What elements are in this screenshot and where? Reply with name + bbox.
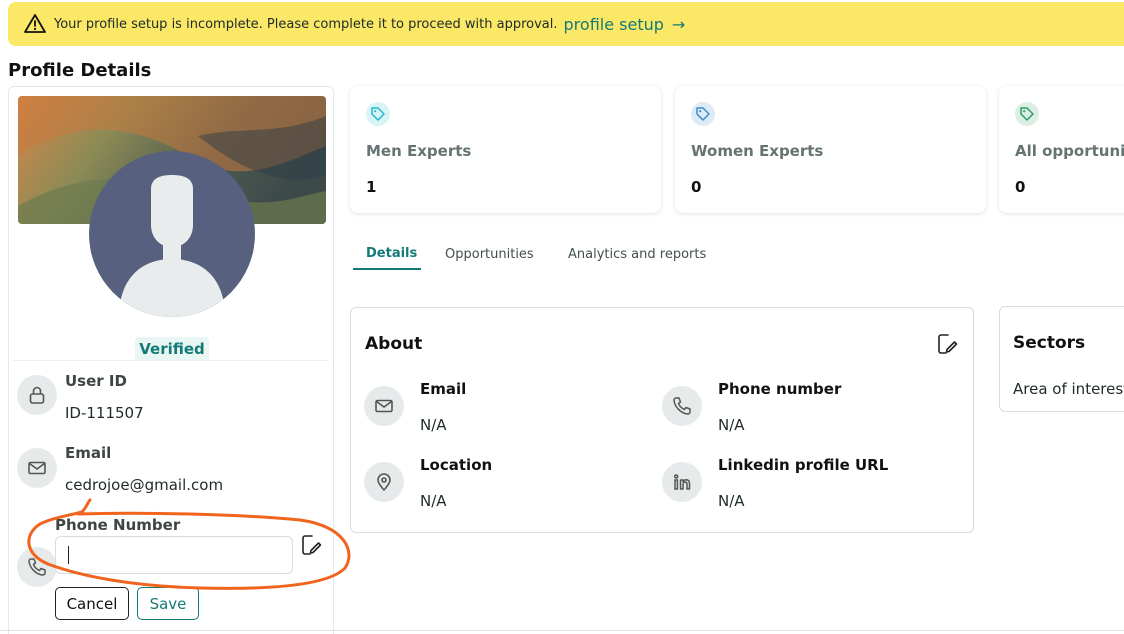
page: Your profile setup is incomplete. Please… bbox=[0, 0, 1124, 634]
about-card: About Email N/A Phone number N/A Locatio… bbox=[350, 307, 974, 533]
email-value: cedrojoe@gmail.com bbox=[65, 476, 224, 494]
phone-number-input[interactable] bbox=[55, 536, 293, 574]
profile-card: Verified User ID ID-111507 Email cedrojo… bbox=[8, 86, 334, 634]
text-cursor bbox=[68, 546, 69, 564]
stat-value: 0 bbox=[691, 178, 702, 196]
user-id-value: ID-111507 bbox=[65, 404, 144, 422]
tag-icon bbox=[1015, 102, 1039, 126]
active-tab-indicator bbox=[353, 268, 421, 270]
divider bbox=[0, 630, 1124, 631]
linkedin-icon bbox=[662, 462, 702, 502]
warning-icon bbox=[24, 13, 46, 35]
page-title: Profile Details bbox=[8, 60, 152, 81]
stat-value: 1 bbox=[366, 178, 377, 196]
cancel-button[interactable]: Cancel bbox=[55, 587, 129, 620]
about-linkedin-label: Linkedin profile URL bbox=[718, 456, 889, 474]
edit-about-icon[interactable] bbox=[935, 332, 959, 356]
tab-opportunities[interactable]: Opportunities bbox=[445, 247, 534, 262]
user-id-label: User ID bbox=[65, 372, 127, 390]
tab-analytics-and-reports[interactable]: Analytics and reports bbox=[568, 247, 706, 262]
stat-card-women-experts: Women Experts 0 bbox=[675, 86, 986, 213]
mail-icon bbox=[17, 448, 57, 488]
save-button[interactable]: Save bbox=[137, 587, 199, 620]
arrow-right-icon[interactable]: → bbox=[672, 15, 685, 34]
about-phone-value: N/A bbox=[718, 416, 745, 434]
phone-number-label: Phone Number bbox=[55, 516, 181, 534]
sectors-card: Sectors Area of interest bbox=[999, 306, 1124, 412]
about-email-value: N/A bbox=[420, 416, 447, 434]
tab-details[interactable]: Details bbox=[366, 246, 417, 261]
edit-phone-icon[interactable] bbox=[299, 533, 323, 557]
stat-label: Men Experts bbox=[366, 142, 472, 160]
about-title: About bbox=[365, 334, 423, 354]
sectors-title: Sectors bbox=[1013, 333, 1086, 353]
profile-setup-link[interactable]: profile setup bbox=[564, 15, 664, 34]
stat-value: 0 bbox=[1015, 178, 1026, 196]
sectors-subtitle: Area of interest bbox=[1013, 380, 1124, 398]
about-linkedin-value: N/A bbox=[718, 492, 745, 510]
avatar[interactable] bbox=[89, 151, 255, 317]
about-location-value: N/A bbox=[420, 492, 447, 510]
mail-icon bbox=[364, 386, 404, 426]
stat-card-men-experts: Men Experts 1 bbox=[350, 86, 661, 213]
divider bbox=[13, 360, 329, 361]
about-email-label: Email bbox=[420, 380, 467, 398]
tag-icon bbox=[366, 102, 390, 126]
tag-icon bbox=[691, 102, 715, 126]
email-label: Email bbox=[65, 444, 112, 462]
stat-card-all-opportunities: All opportunities 0 bbox=[999, 86, 1124, 213]
lock-icon bbox=[17, 375, 57, 415]
stat-label: All opportunities bbox=[1015, 142, 1124, 160]
alert-message: Your profile setup is incomplete. Please… bbox=[54, 16, 558, 32]
location-pin-icon bbox=[364, 462, 404, 502]
incomplete-profile-alert: Your profile setup is incomplete. Please… bbox=[8, 2, 1124, 46]
phone-icon bbox=[662, 386, 702, 426]
stat-label: Women Experts bbox=[691, 142, 824, 160]
about-location-label: Location bbox=[420, 456, 493, 474]
phone-icon bbox=[17, 547, 57, 587]
verified-badge: Verified bbox=[135, 337, 209, 361]
about-phone-label: Phone number bbox=[718, 380, 842, 398]
